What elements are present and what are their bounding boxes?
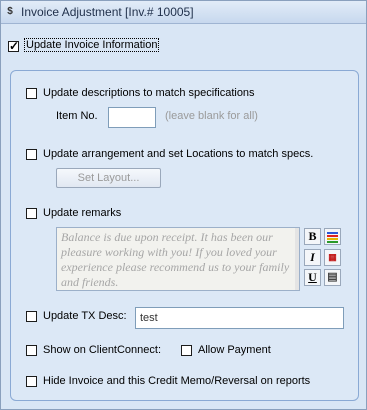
set-layout-button[interactable]: Set Layout... <box>56 168 161 188</box>
update-arrangement-checkbox[interactable] <box>26 149 37 160</box>
color-lines-icon[interactable] <box>324 228 341 245</box>
calendar-icon[interactable]: ▦ <box>324 249 341 266</box>
update-invoice-label-wrap[interactable]: Update Invoice Information <box>24 38 160 52</box>
update-tx-desc-label: Update TX Desc: <box>43 310 127 322</box>
allow-payment-label: Allow Payment <box>198 344 271 356</box>
update-invoice-label: Update Invoice Information <box>24 38 160 52</box>
update-descriptions-label: Update descriptions to match specificati… <box>43 87 255 99</box>
printer-icon[interactable]: ▤ <box>324 269 341 286</box>
item-no-input[interactable] <box>108 107 156 128</box>
update-tx-desc-checkbox[interactable] <box>26 311 37 322</box>
update-arrangement-label: Update arrangement and set Locations to … <box>43 148 314 160</box>
hide-invoice-label: Hide Invoice and this Credit Memo/Revers… <box>43 375 311 387</box>
title-bar: $ Invoice Adjustment [Inv.# 10005] <box>1 1 366 24</box>
show-clientconnect-label: Show on ClientConnect: <box>43 344 162 356</box>
underline-icon[interactable]: U <box>304 269 321 286</box>
update-descriptions-checkbox[interactable] <box>26 88 37 99</box>
italic-icon[interactable]: I <box>304 249 321 266</box>
bold-icon[interactable]: B <box>304 228 321 245</box>
remarks-textarea[interactable]: Balance is due upon receipt. It has been… <box>56 227 300 291</box>
hide-invoice-checkbox[interactable] <box>26 376 37 387</box>
show-clientconnect-checkbox[interactable] <box>26 345 37 356</box>
window-title: Invoice Adjustment [Inv.# 10005] <box>21 5 194 19</box>
item-no-label: Item No. <box>56 110 98 122</box>
remarks-scrollbar[interactable] <box>295 228 299 290</box>
item-no-hint: (leave blank for all) <box>165 110 258 122</box>
tx-desc-input[interactable]: test <box>135 307 344 329</box>
invoice-adjustment-window: $ Invoice Adjustment [Inv.# 10005] Updat… <box>0 0 367 410</box>
update-remarks-checkbox[interactable] <box>26 208 37 219</box>
allow-payment-checkbox[interactable] <box>181 345 192 356</box>
update-invoice-checkbox[interactable] <box>8 39 19 53</box>
app-icon: $ <box>7 6 13 17</box>
update-remarks-label: Update remarks <box>43 207 122 219</box>
